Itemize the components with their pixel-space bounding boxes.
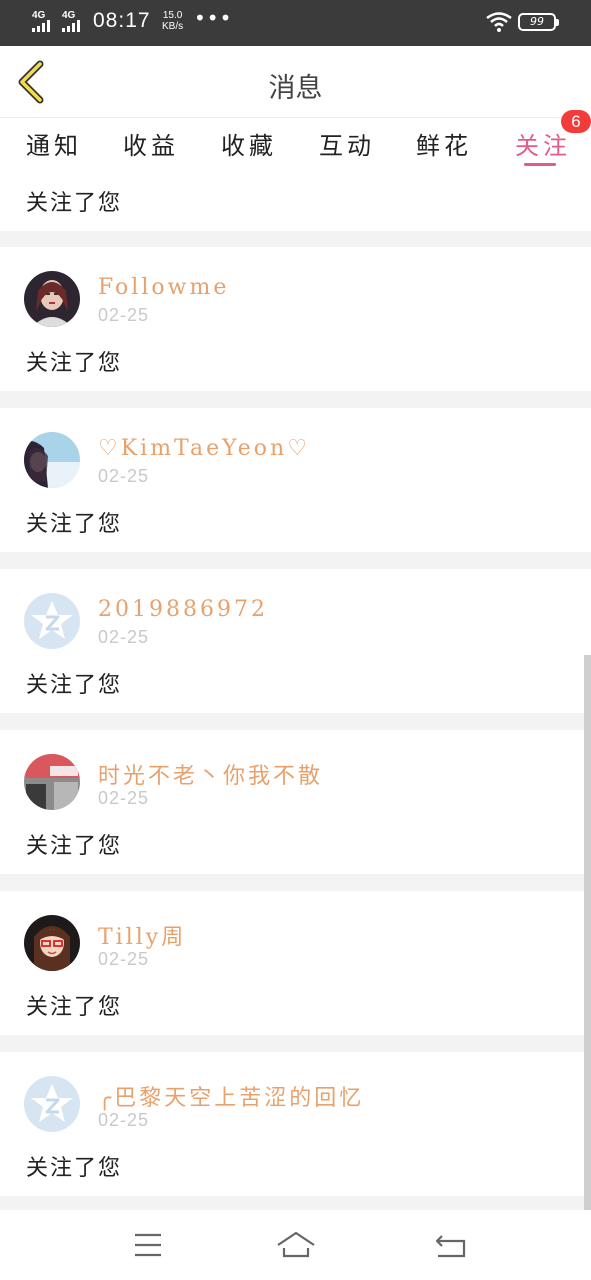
list-item[interactable]: 2019886972 02-25 关注了您	[0, 569, 591, 713]
page-title: 消息	[268, 73, 323, 104]
avatar[interactable]	[24, 432, 80, 488]
list-item[interactable]: Tilly周 02-25 关注了您	[0, 891, 591, 1035]
follow-message: 关注了您	[26, 834, 123, 859]
username[interactable]: Followme	[98, 275, 229, 300]
status-bar: 4G 4G 08:17 15.0 KB/s ••• 99	[0, 0, 591, 46]
list-item[interactable]: 时光不老丶你我不散 02-25 关注了您	[0, 730, 591, 874]
follows-count-badge: 6	[561, 110, 591, 133]
app-header: 消息	[0, 46, 591, 118]
follow-date: 02-25	[98, 949, 150, 969]
follow-message: 关注了您	[26, 512, 123, 537]
home-icon[interactable]	[276, 1230, 316, 1260]
default-avatar-icon[interactable]	[24, 1076, 80, 1132]
username[interactable]: ╭巴黎天空上苦涩的回忆	[98, 1080, 364, 1112]
username[interactable]: 时光不老丶你我不散	[98, 758, 323, 790]
follow-message: 关注了您	[26, 995, 123, 1020]
follow-date: 02-25	[98, 627, 150, 647]
menu-icon[interactable]	[128, 1230, 168, 1260]
screen: 4G 4G 08:17 15.0 KB/s ••• 99 消息 通知 收益 收藏…	[0, 0, 591, 1280]
tab-flowers[interactable]: 鲜花	[416, 126, 472, 161]
follow-list[interactable]: 关注了您 Followme 02-25 关注了您 ♡KimTaeYeon♡ 02…	[0, 170, 591, 1210]
list-item-partial[interactable]: 关注了您	[0, 170, 591, 231]
system-nav-bar	[0, 1210, 591, 1280]
signal-strength-icon: 4G	[32, 10, 56, 32]
list-item[interactable]: ╭巴黎天空上苦涩的回忆 02-25 关注了您	[0, 1052, 591, 1196]
tab-earnings[interactable]: 收益	[123, 126, 179, 161]
signal-strength-icon-2: 4G	[62, 10, 86, 32]
network-speed-unit: KB/s	[162, 21, 184, 32]
network-speed-value: 15.0	[162, 10, 183, 21]
username[interactable]: 2019886972	[98, 597, 268, 622]
tab-follows[interactable]: 关注	[515, 126, 571, 161]
scrollbar[interactable]	[584, 655, 591, 1210]
battery-icon: 99	[518, 13, 559, 31]
clock: 08:17	[93, 9, 151, 32]
follow-date: 02-25	[98, 788, 150, 808]
follow-date: 02-25	[98, 466, 150, 486]
username[interactable]: Tilly周	[98, 919, 186, 951]
tab-interactions[interactable]: 互动	[319, 126, 375, 161]
list-item[interactable]: ♡KimTaeYeon♡ 02-25 关注了您	[0, 408, 591, 552]
tab-bar: 通知 收益 收藏 互动 鲜花 关注	[0, 118, 591, 170]
follow-message: 关注了您	[26, 1156, 123, 1181]
more-notifications-icon: •••	[194, 6, 233, 30]
tab-favorites[interactable]: 收藏	[221, 126, 277, 161]
network-speed: 15.0 KB/s	[162, 10, 183, 32]
wifi-icon	[486, 12, 512, 32]
list-item[interactable]: Followme 02-25 关注了您	[0, 247, 591, 391]
tab-notifications[interactable]: 通知	[26, 126, 82, 161]
follow-date: 02-25	[98, 1110, 150, 1130]
follow-message: 关注了您	[26, 351, 123, 376]
username[interactable]: ♡KimTaeYeon♡	[98, 436, 310, 461]
follow-date: 02-25	[98, 305, 150, 325]
avatar[interactable]	[24, 271, 80, 327]
active-tab-indicator	[524, 163, 556, 166]
follow-message: 关注了您	[26, 191, 123, 216]
back-arrow-icon[interactable]	[430, 1230, 470, 1260]
avatar[interactable]	[24, 915, 80, 971]
default-avatar-icon[interactable]	[24, 593, 80, 649]
avatar[interactable]	[24, 754, 80, 810]
follow-message: 关注了您	[26, 673, 123, 698]
